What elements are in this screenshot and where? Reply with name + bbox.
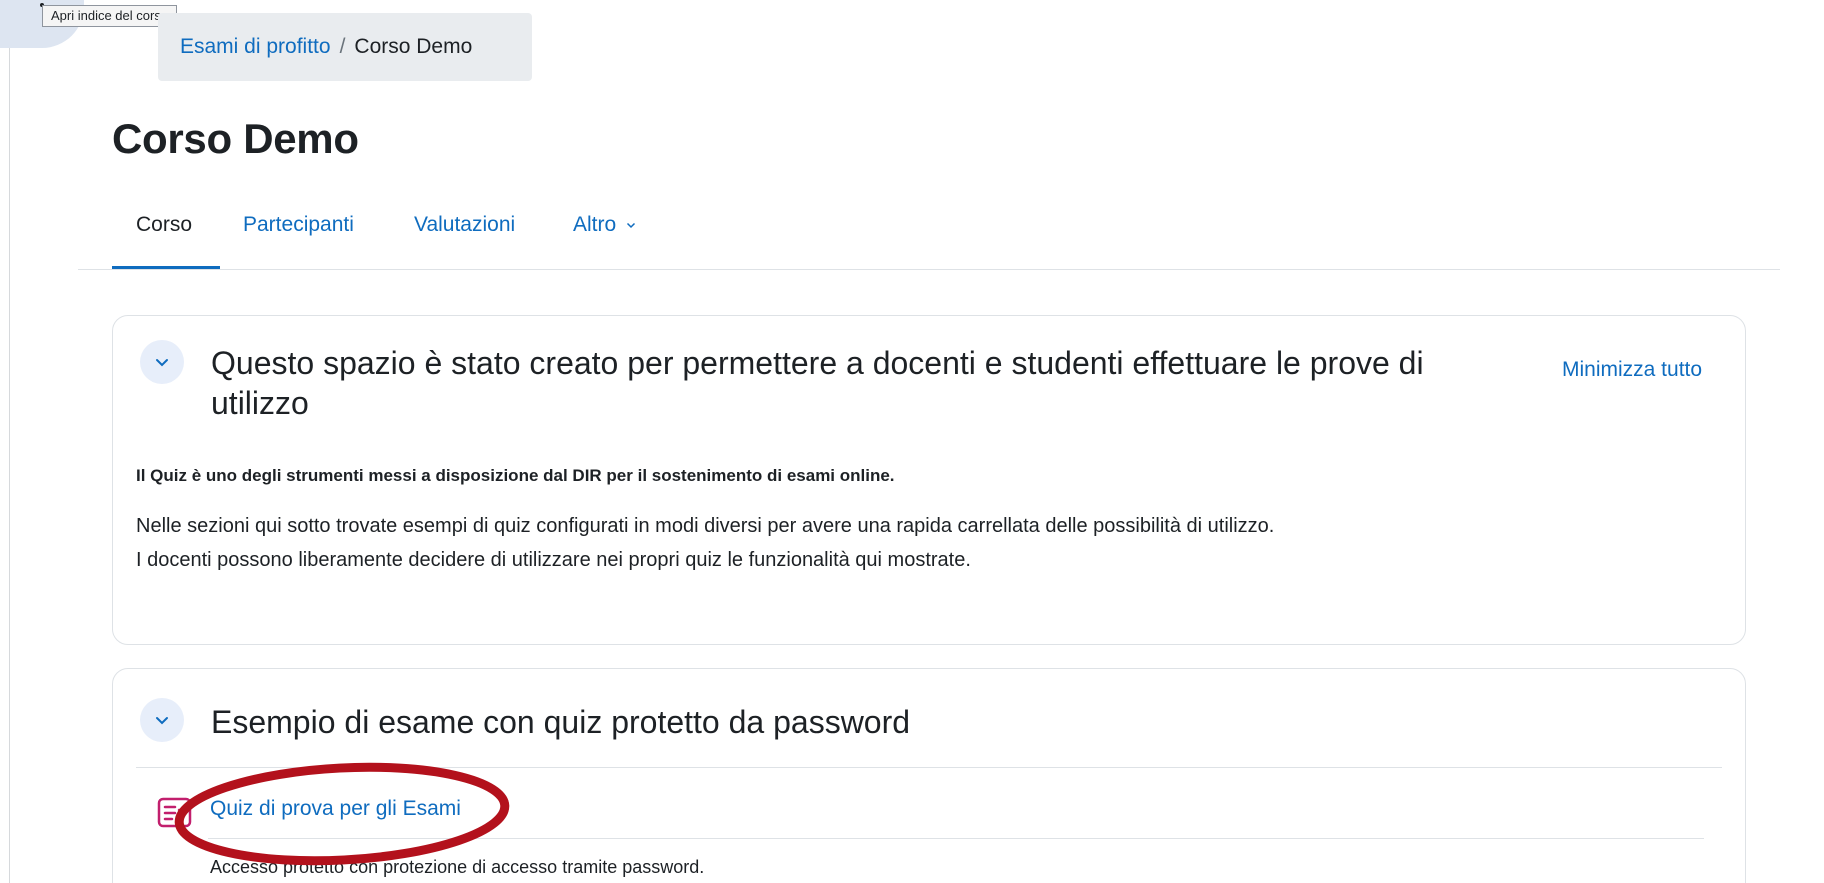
drawer-edge <box>9 0 10 883</box>
section-summary-bold: Il Quiz è uno degli strumenti messi a di… <box>136 466 895 485</box>
chevron-down-icon <box>156 359 168 367</box>
activity-divider <box>208 838 1704 839</box>
section-collapse-toggle[interactable] <box>140 340 184 384</box>
section-title-line: Questo spazio è stato creato per permett… <box>211 345 1424 381</box>
active-tab-indicator <box>112 266 220 269</box>
tab-altro[interactable]: Altro <box>573 213 637 237</box>
quiz-icon <box>157 797 192 828</box>
tab-corso[interactable]: Corso <box>136 213 192 237</box>
section-collapse-toggle[interactable] <box>140 698 184 742</box>
tab-valutazioni[interactable]: Valutazioni <box>414 213 515 237</box>
section-title: Questo spazio è stato creato per permett… <box>211 343 1424 423</box>
section-title: Esempio di esame con quiz protetto da pa… <box>211 704 911 740</box>
collapse-all-link[interactable]: Minimizza tutto <box>1562 358 1702 382</box>
section-title-line: utilizzo <box>211 385 309 421</box>
chevron-down-icon <box>156 717 168 725</box>
section-divider <box>136 767 1722 768</box>
activity-description: Accesso protetto con protezione di acces… <box>210 857 705 877</box>
activity-link-quiz[interactable]: Quiz di prova per gli Esami <box>210 797 461 821</box>
course-section-password-quiz <box>112 668 1746 883</box>
tab-altro-label: Altro <box>573 213 617 236</box>
chevron-down-icon <box>627 223 636 229</box>
section-summary-line: Nelle sezioni qui sotto trovate esempi d… <box>136 515 1275 537</box>
tab-partecipanti[interactable]: Partecipanti <box>243 213 354 237</box>
section-summary-line: I docenti possono liberamente decidere d… <box>136 549 971 571</box>
